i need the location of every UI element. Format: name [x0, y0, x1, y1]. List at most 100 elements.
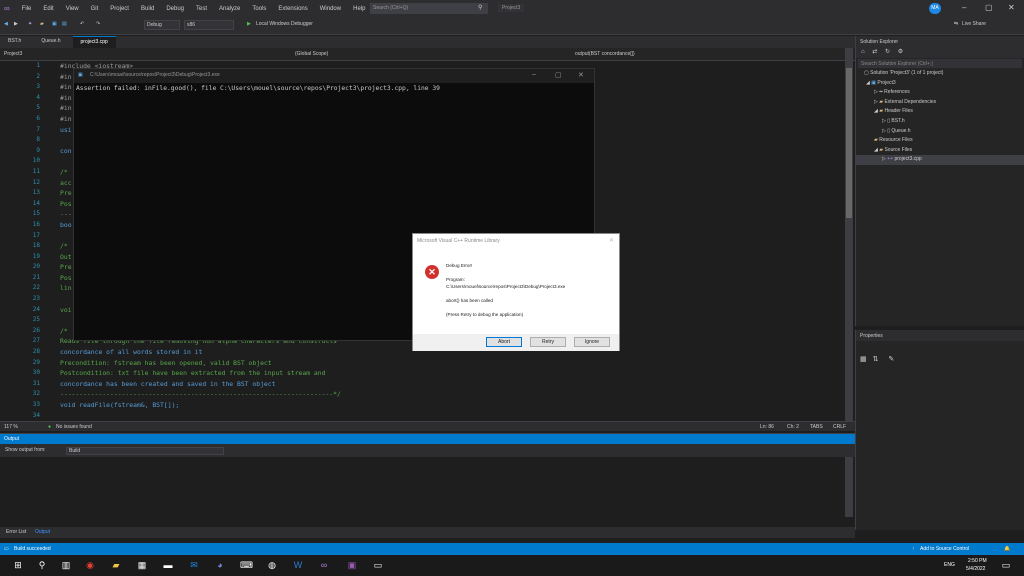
output-scrollbar[interactable] [845, 457, 853, 517]
tree-item-queue-h[interactable]: ▷ ▯ Queue.h [856, 127, 1024, 137]
settings-icon[interactable]: ⚙ [898, 49, 903, 55]
avatar[interactable]: MA [929, 3, 941, 14]
solution-search-input[interactable]: Search Solution Explorer (Ctrl+;) [858, 59, 1022, 68]
undo-icon[interactable]: ↶ [80, 21, 84, 27]
mail-icon[interactable]: ✉ [188, 559, 200, 571]
word-icon[interactable]: W [292, 559, 304, 571]
back-icon[interactable]: ◀ [4, 21, 8, 27]
clock-date[interactable]: 5/4/2022 [966, 566, 985, 572]
discord-icon[interactable]: ◕ [214, 559, 226, 571]
home-icon[interactable]: ⌂ [861, 49, 865, 55]
tree-item-references[interactable]: ▷ ▪▪ References [856, 88, 1024, 98]
abort-button[interactable]: Abort [486, 337, 522, 347]
tab-output[interactable]: Output [35, 529, 50, 535]
new-item-icon[interactable]: ✦ [28, 21, 32, 27]
live-share-button[interactable]: Live Share [962, 21, 986, 27]
runtime-error-dialog[interactable]: Microsoft Visual C++ Runtime Library ✕ ✕… [412, 233, 620, 351]
console-taskbar-icon[interactable]: ▭ [372, 559, 384, 571]
menu-view[interactable]: View [66, 6, 79, 12]
sync-icon[interactable]: ⇄ [872, 49, 877, 55]
start-icon[interactable]: ⊞ [12, 559, 24, 571]
notification-center-icon[interactable]: ▭ [1000, 559, 1012, 571]
tree-item-project[interactable]: ◢ ▣ Project3 [856, 79, 1024, 89]
tab-bst-h[interactable]: BST.h [0, 36, 29, 48]
steam-icon[interactable]: ◍ [266, 559, 278, 571]
save-icon[interactable]: ▣ [52, 21, 57, 27]
code-line[interactable] [60, 411, 840, 422]
open-icon[interactable]: ▰ [40, 21, 44, 27]
scrollbar-thumb[interactable] [846, 68, 852, 218]
app-icon[interactable]: ▦ [136, 559, 148, 571]
categorized-icon[interactable]: ▦ [860, 356, 867, 363]
code-line[interactable]: void readFile(fstream&, BST[]); [60, 400, 840, 411]
console-maximize-button[interactable]: ▢ [555, 71, 562, 79]
console-close-button[interactable]: ✕ [578, 71, 584, 79]
menu-extensions[interactable]: Extensions [278, 6, 307, 12]
menu-debug[interactable]: Debug [166, 6, 184, 12]
menu-tools[interactable]: Tools [252, 6, 266, 12]
menu-edit[interactable]: Edit [43, 6, 53, 12]
run-icon[interactable]: ▶ [247, 21, 251, 27]
tree-item-external-dependencies[interactable]: ▷ ▰ External Dependencies [856, 98, 1024, 108]
zoom-level[interactable]: 117 % [4, 424, 18, 430]
alphabetical-icon[interactable]: ⇅ [873, 356, 879, 363]
menu-build[interactable]: Build [141, 6, 154, 12]
tree-item-bst-h[interactable]: ▷ ▯ BST.h [856, 117, 1024, 127]
visual-studio-icon[interactable]: ∞ [318, 559, 330, 571]
menu-test[interactable]: Test [196, 6, 207, 12]
line-ending-indicator[interactable]: CRLF [833, 424, 846, 430]
config-dropdown[interactable]: Debug [144, 20, 180, 30]
menu-help[interactable]: Help [353, 6, 365, 12]
nav-member-dropdown[interactable]: output(BST concordance[]) [575, 51, 635, 57]
dialog-close-icon[interactable]: ✕ [609, 237, 614, 244]
issues-status[interactable]: No issues found [56, 424, 92, 430]
nav-scope-dropdown[interactable]: (Global Scope) [295, 51, 328, 57]
platform-dropdown[interactable]: x86 [184, 20, 234, 30]
menu-file[interactable]: File [22, 6, 32, 12]
language-indicator[interactable]: ENG [944, 562, 955, 568]
menu-window[interactable]: Window [320, 6, 341, 12]
tabs-indicator[interactable]: TABS [810, 424, 823, 430]
maximize-button[interactable]: ▢ [985, 3, 993, 12]
code-line[interactable]: Postcondition: txt file have been extrac… [60, 368, 840, 379]
tree-item-project3-cpp[interactable]: ▷ ++ project3.cpp [856, 155, 1024, 165]
file-explorer-icon[interactable]: ▰ [110, 559, 122, 571]
tree-item-resource-files[interactable]: ▰ Resource Files [856, 136, 1024, 146]
tab-queue-h[interactable]: Queue.h [33, 36, 68, 48]
task-view-icon[interactable]: ▥ [60, 559, 72, 571]
redo-icon[interactable]: ↷ [96, 21, 100, 27]
code-line[interactable]: ----------------------------------------… [60, 389, 840, 400]
tree-item-solution[interactable]: ▢ Solution 'Project3' (1 of 1 project) [856, 69, 1024, 79]
code-line[interactable]: concordance has been created and saved i… [60, 379, 840, 390]
editor-scrollbar[interactable] [845, 48, 853, 423]
tree-item-header-files[interactable]: ◢ ▰ Header Files [856, 107, 1024, 117]
chrome-icon[interactable]: ◉ [84, 559, 96, 571]
code-line[interactable]: Precondition: fstream has been opened, v… [60, 358, 840, 369]
clock-time[interactable]: 2:50 PM [968, 558, 987, 564]
tab-project3-cpp[interactable]: project3.cpp [72, 36, 116, 48]
keyboard-icon[interactable]: ⌨ [240, 559, 253, 571]
nav-project-dropdown[interactable]: Project3 [4, 51, 22, 57]
tab-error-list[interactable]: Error List [6, 529, 26, 535]
minimize-button[interactable]: – [962, 3, 966, 12]
media-icon[interactable]: ▣ [346, 559, 358, 571]
ignore-button[interactable]: Ignore [574, 337, 610, 347]
menu-git[interactable]: Git [91, 6, 99, 12]
retry-button[interactable]: Retry [530, 337, 566, 347]
show-output-dropdown[interactable]: Build [66, 447, 224, 455]
refresh-icon[interactable]: ↻ [885, 49, 890, 55]
save-all-icon[interactable]: ▤ [62, 21, 67, 27]
menu-project[interactable]: Project [110, 6, 129, 12]
forward-icon[interactable]: ▶ [14, 21, 18, 27]
search-taskbar-icon[interactable]: ⚲ [36, 559, 48, 571]
tree-item-source-files[interactable]: ◢ ▰ Source Files [856, 146, 1024, 156]
live-share-icon[interactable]: ⇆ [954, 21, 958, 27]
run-button[interactable]: Local Windows Debugger [256, 21, 313, 27]
photos-icon[interactable]: ▬ [162, 559, 174, 571]
notifications-icon[interactable]: 🔔 [1004, 546, 1010, 552]
menu-analyze[interactable]: Analyze [219, 6, 240, 12]
close-button[interactable]: ✕ [1008, 3, 1015, 12]
search-input[interactable]: Search (Ctrl+Q) [370, 3, 488, 14]
wrench-icon[interactable]: ✎ [888, 356, 894, 363]
console-minimize-button[interactable]: – [532, 71, 536, 78]
